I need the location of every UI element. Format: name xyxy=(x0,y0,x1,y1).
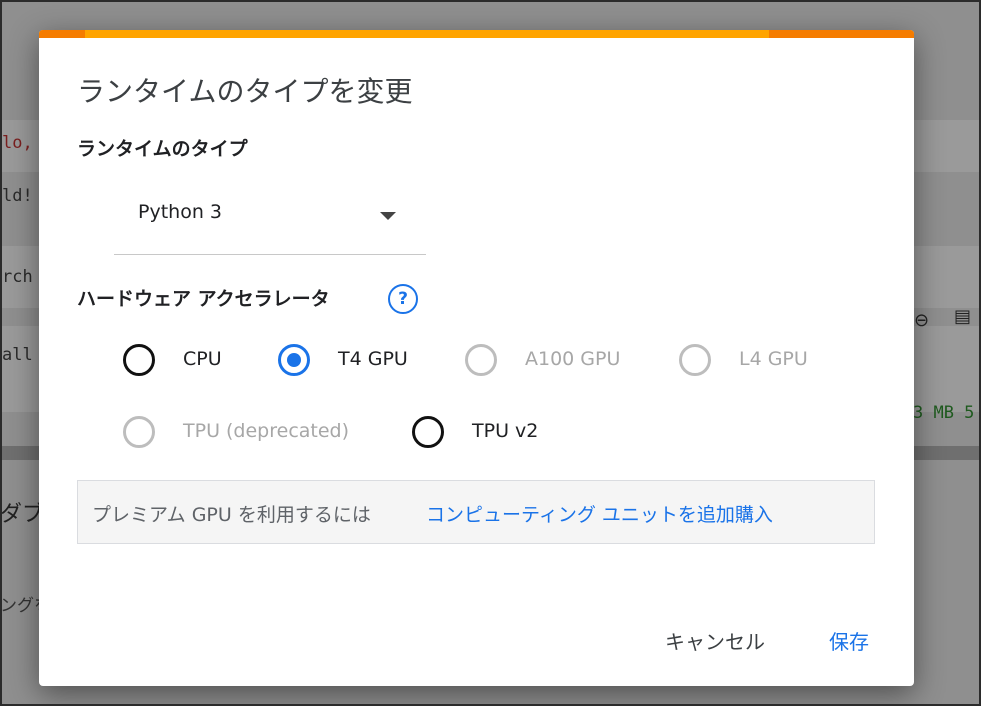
purchase-compute-units-link[interactable]: コンピューティング ユニットを追加購入 xyxy=(426,500,773,527)
radio-label: TPU v2 xyxy=(472,420,539,442)
runtime-type-value: Python 3 xyxy=(138,201,222,223)
radio-label: T4 GPU xyxy=(338,348,408,370)
save-button[interactable]: 保存 xyxy=(829,626,869,655)
change-runtime-dialog: ランタイムのタイプを変更 ランタイムのタイプ Python 3 ハードウェア ア… xyxy=(39,30,914,686)
radio-option-cpu[interactable]: CPU xyxy=(123,344,243,378)
runtime-type-select[interactable]: Python 3 xyxy=(114,188,426,255)
comment-icon: ▤ xyxy=(954,306,972,327)
radio-checked-icon xyxy=(278,344,310,376)
code-text: all xyxy=(2,345,33,365)
radio-label: TPU (deprecated) xyxy=(183,420,350,442)
radio-option-tpu-v2[interactable]: TPU v2 xyxy=(412,416,562,450)
radio-option-tpu-deprecated[interactable]: TPU (deprecated) xyxy=(123,416,373,450)
radio-option-a100-gpu[interactable]: A100 GPU xyxy=(465,344,645,378)
radio-disabled-icon xyxy=(465,344,497,376)
radio-unchecked-icon xyxy=(123,344,155,376)
dropdown-arrow-icon xyxy=(380,212,396,220)
radio-label: CPU xyxy=(183,348,222,370)
hardware-accelerator-label: ハードウェア アクセラレータ xyxy=(77,288,330,310)
premium-gpu-notice: プレミアム GPU を利用するには コンピューティング ユニットを追加購入 xyxy=(77,480,875,544)
radio-option-t4-gpu[interactable]: T4 GPU xyxy=(278,344,428,378)
help-icon[interactable]: ? xyxy=(388,284,418,314)
radio-unchecked-icon xyxy=(412,416,444,448)
radio-option-l4-gpu[interactable]: L4 GPU xyxy=(679,344,829,378)
radio-disabled-icon xyxy=(123,416,155,448)
link-icon: ⊖ xyxy=(914,310,930,331)
dialog-title: ランタイムのタイプを変更 xyxy=(77,75,413,108)
cancel-button[interactable]: キャンセル xyxy=(665,626,765,655)
radio-disabled-icon xyxy=(679,344,711,376)
code-text: rch xyxy=(2,267,33,287)
progress-bar xyxy=(39,30,914,38)
code-text: lo, xyxy=(2,133,33,153)
radio-label: L4 GPU xyxy=(739,348,808,370)
premium-notice-text: プレミアム GPU を利用するには xyxy=(92,504,371,526)
runtime-type-label: ランタイムのタイプ xyxy=(77,138,248,160)
code-text: ld! xyxy=(2,186,33,206)
radio-label: A100 GPU xyxy=(525,348,621,370)
output-text: 3 MB 5 xyxy=(913,403,975,423)
section-heading-text: ダブ xyxy=(0,502,45,527)
